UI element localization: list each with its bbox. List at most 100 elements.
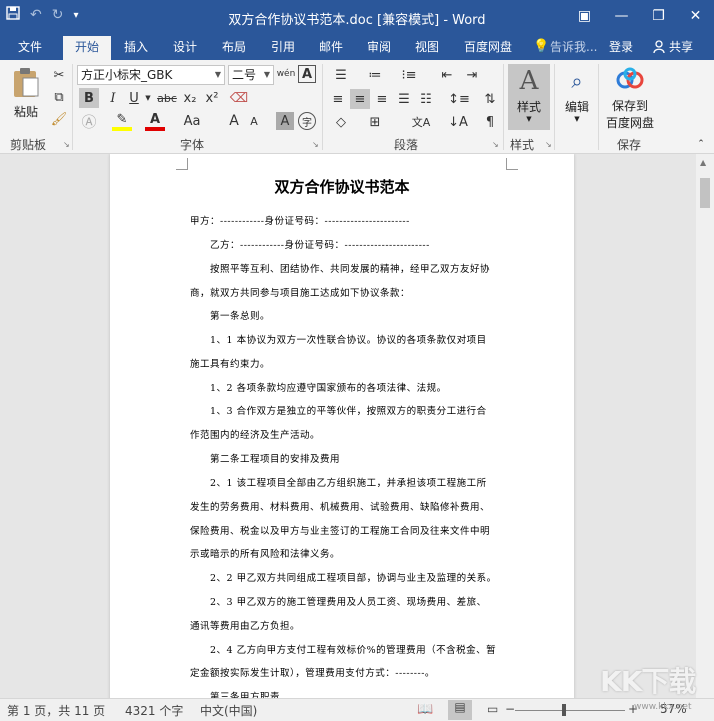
styles-group-label: 样式 [510, 138, 535, 152]
scrollbar-thumb[interactable] [700, 178, 710, 208]
tab-home[interactable]: 开始 [63, 36, 111, 60]
web-layout-icon[interactable]: ▭ [487, 702, 498, 716]
restore-icon[interactable]: ❐ [640, 0, 677, 32]
change-case-icon[interactable]: Aa [180, 111, 204, 131]
paragraph-group-label: 段落 [394, 138, 419, 152]
font-launcher-icon[interactable]: ↘ [312, 140, 319, 149]
borders-icon[interactable]: ⊞ [362, 112, 388, 132]
highlight-icon[interactable]: ✎ [112, 111, 132, 131]
align-right-icon[interactable]: ≡ [372, 89, 392, 109]
align-left-icon[interactable]: ≡ [328, 89, 348, 109]
styles-button-label: 样式 [516, 100, 541, 114]
grow-font-icon[interactable]: A [225, 111, 243, 131]
clear-formatting-icon[interactable]: ⌫ [228, 88, 250, 108]
paragraph-launcher-icon[interactable]: ↘ [492, 140, 499, 149]
tab-mailings[interactable]: 邮件 [307, 36, 355, 60]
chinese-layout-icon[interactable]: 文A [410, 112, 432, 132]
tab-view[interactable]: 视图 [403, 36, 451, 60]
page-count[interactable]: 第 1 页，共 11 页 [7, 702, 105, 719]
sort-ascending-icon[interactable]: ↓A [448, 112, 468, 132]
doc-line: 2、2 甲乙双方共同组成工程项目部，协调与业主及监理的关系。 [210, 573, 497, 584]
doc-line: 第二条工程项目的安排及费用 [210, 454, 341, 465]
bold-button[interactable]: B [79, 88, 99, 108]
document-page[interactable]: 双方合作协议书范本 甲方：------------身份证号码：---------… [110, 154, 574, 698]
numbering-icon[interactable]: ≔ [362, 66, 388, 84]
strikethrough-button[interactable]: abc [155, 88, 179, 108]
decrease-indent-icon[interactable]: ⇤ [437, 66, 457, 84]
tab-layout[interactable]: 布局 [210, 36, 258, 60]
group-divider [598, 64, 599, 150]
group-divider [554, 64, 555, 150]
scroll-up-icon[interactable]: ▲ [700, 158, 706, 167]
print-layout-icon[interactable]: ▤ [448, 700, 472, 720]
doc-line: 1、1 本协议为双方一次性联合协议。协议的各项条款仅对项目 [210, 335, 487, 346]
format-painter-icon[interactable]: 🖌 [50, 110, 68, 128]
zoom-out-button[interactable]: − [505, 702, 515, 716]
cut-icon[interactable]: ✂ [50, 66, 68, 84]
word-count[interactable]: 4321 个字 [125, 702, 183, 719]
tab-insert[interactable]: 插入 [112, 36, 160, 60]
share-button[interactable]: 共享 [669, 36, 693, 58]
editing-button[interactable]: ⌕ 编辑 ▼ [560, 64, 594, 123]
doc-line: 1、2 各项条款均应遵守国家颁布的各项法律、法规。 [210, 383, 447, 394]
enclose-characters-icon[interactable]: 字 [298, 112, 316, 130]
save-to-baidu-button[interactable]: 保存到 百度网盘 [602, 66, 658, 131]
zoom-slider-thumb[interactable] [562, 704, 566, 716]
styles-launcher-icon[interactable]: ↘ [545, 140, 552, 149]
underline-dropdown-icon[interactable]: ▼ [144, 88, 152, 108]
paste-button[interactable]: 粘贴 [8, 66, 44, 120]
baidu-cloud-icon [616, 67, 644, 89]
clipboard-launcher-icon[interactable]: ↘ [63, 140, 70, 149]
ribbon-display-options-icon[interactable]: ▣ [566, 0, 603, 32]
ribbon-home: 粘贴 ✂ ⧉ 🖌 剪贴板 ↘ 方正小标宋_GBK ▼ 二号 ▼ wén A B I … [0, 60, 714, 154]
close-icon[interactable]: ✕ [677, 0, 714, 32]
doc-line: 第一条总则。 [210, 311, 271, 322]
copy-icon[interactable]: ⧉ [50, 88, 68, 106]
shading-icon[interactable]: ◇ [328, 112, 354, 132]
doc-line: 乙方：------------身份证号码：-------------------… [210, 240, 430, 251]
tab-design[interactable]: 设计 [161, 36, 209, 60]
multilevel-list-icon[interactable]: ⁝≡ [396, 66, 422, 84]
superscript-button[interactable]: x² [202, 88, 222, 108]
language-indicator[interactable]: 中文(中国) [200, 702, 257, 719]
underline-button[interactable]: U [124, 88, 144, 108]
character-border-icon[interactable]: A [298, 65, 316, 83]
document-workspace: 双方合作协议书范本 甲方：------------身份证号码：---------… [0, 154, 714, 698]
login-link[interactable]: 登录 [609, 36, 633, 58]
doc-line: 定金额按实际发生计取），管理费用支付方式：--------。 [190, 668, 435, 679]
read-mode-icon[interactable]: 📖 [417, 702, 433, 717]
character-shading-icon[interactable]: A [276, 112, 294, 130]
show-marks-icon[interactable]: ¶ [480, 112, 500, 132]
justify-icon[interactable]: ☰ [394, 89, 414, 109]
save-button-line1: 保存到 [611, 99, 648, 113]
tab-references[interactable]: 引用 [259, 36, 307, 60]
italic-button[interactable]: I [103, 88, 123, 108]
font-size-value: 二号 [232, 68, 257, 82]
font-size-select[interactable]: 二号 ▼ [228, 65, 274, 85]
doc-line: 第三条甲方职责 [210, 692, 281, 698]
shrink-font-icon[interactable]: A [245, 111, 263, 131]
tab-review[interactable]: 审阅 [355, 36, 403, 60]
sort-icon[interactable]: ⇅ [480, 89, 500, 109]
styles-button[interactable]: A 样式 ▼ [508, 64, 550, 130]
distributed-icon[interactable]: ☷ [416, 89, 436, 109]
line-spacing-icon[interactable]: ↕≡ [447, 89, 471, 109]
doc-line: 商，就双方共同参与项目施工达成如下协议条款： [190, 288, 411, 299]
phonetic-guide-icon[interactable]: wén [276, 64, 296, 84]
font-name-select[interactable]: 方正小标宋_GBK ▼ [77, 65, 225, 85]
tell-me-search[interactable]: 告诉我... [550, 36, 597, 58]
increase-indent-icon[interactable]: ⇥ [462, 66, 482, 84]
font-color-icon[interactable]: A [145, 111, 165, 131]
tab-file[interactable]: 文件 [6, 36, 54, 60]
margin-corner-mark [506, 158, 518, 170]
tab-baidu-netdisk[interactable]: 百度网盘 [455, 36, 521, 60]
align-center-icon[interactable]: ≡ [350, 89, 370, 109]
paste-label: 粘贴 [13, 105, 38, 119]
bullets-icon[interactable]: ☰ [328, 66, 354, 84]
group-divider [503, 64, 504, 150]
subscript-button[interactable]: x₂ [180, 88, 200, 108]
vertical-scrollbar[interactable]: ▲ [696, 154, 714, 698]
collapse-ribbon-icon[interactable]: ⌃ [694, 138, 708, 150]
text-effects-icon[interactable]: Ⓐ [79, 111, 99, 131]
minimize-icon[interactable]: — [603, 0, 640, 32]
